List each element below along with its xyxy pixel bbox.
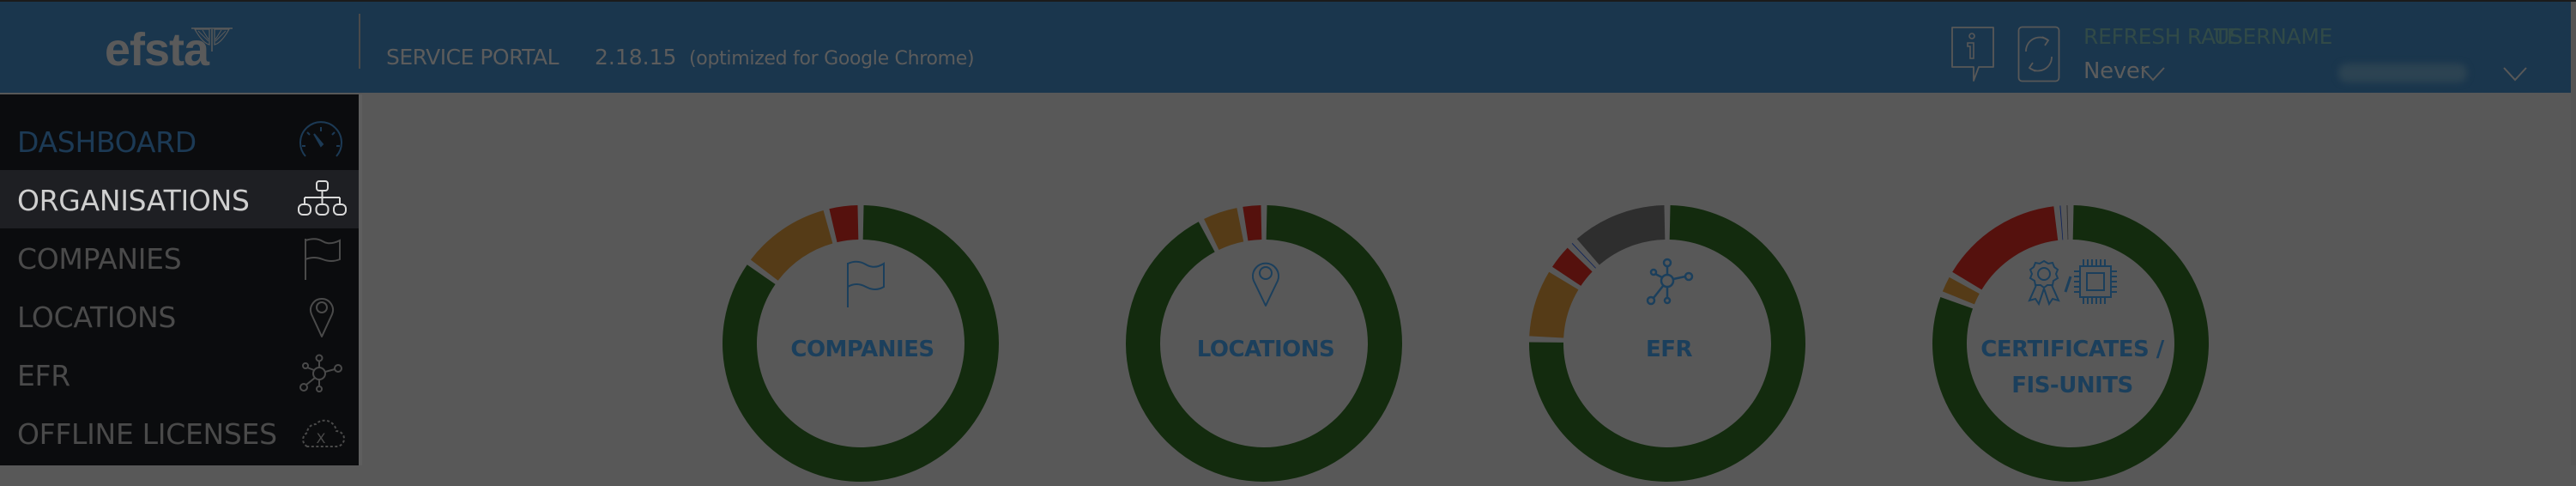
portal-version: 2.18.15 — [595, 45, 677, 70]
sidebar-item-label: OFFLINE LICENSES — [17, 417, 277, 451]
page-scrollbar[interactable] — [2571, 2, 2576, 465]
logo-fan-icon — [191, 27, 233, 52]
sidebar-nav: DASHBOARD ORGANISATIONS COMPANIES LOCATI… — [0, 94, 359, 465]
map-pin-icon — [1124, 258, 1407, 313]
sidebar-item-label: COMPANIES — [17, 242, 182, 276]
sidebar-item-dashboard[interactable]: DASHBOARD — [0, 112, 359, 170]
sidebar-item-locations[interactable]: LOCATIONS — [0, 287, 359, 345]
chip-icon — [2074, 259, 2117, 304]
speedometer-icon — [299, 121, 342, 157]
ring-segment-gray[interactable] — [2066, 205, 2069, 240]
sidebar-item-offline-licenses[interactable]: OFFLINE LICENSES X — [0, 404, 359, 462]
network-hub-icon — [299, 354, 342, 392]
info-bubble-icon — [1951, 27, 1994, 82]
companies-card[interactable]: COMPANIES — [721, 203, 1004, 486]
sidebar-item-label: EFR — [17, 359, 70, 392]
award-ribbon-icon — [2028, 259, 2060, 307]
card-title-line: FIS-UNITS — [2011, 373, 2133, 398]
card-title: CERTIFICATES / FIS-UNITS — [1931, 331, 2214, 404]
efr-card[interactable]: EFR — [1527, 203, 1811, 486]
browser-note: (optimized for Google Chrome) — [689, 48, 975, 70]
chevron-down-icon — [2141, 67, 2165, 82]
card-title: EFR — [1645, 337, 1693, 362]
username-value-blurred — [2338, 64, 2467, 82]
org-chart-icon — [298, 180, 347, 216]
sidebar-item-label: DASHBOARD — [17, 125, 197, 159]
sidebar-item-organisations[interactable]: ORGANISATIONS — [0, 170, 359, 228]
content-edge — [359, 94, 362, 465]
refresh-rate-value: Never — [2083, 58, 2150, 84]
flag-icon — [721, 258, 1004, 313]
map-pin-icon — [310, 298, 334, 337]
efsta-logo[interactable]: efsta — [105, 24, 259, 76]
certificates-card[interactable]: CERTIFICATES / FIS-UNITS — [1931, 203, 2214, 486]
username-label: USERNAME — [2214, 24, 2333, 49]
sidebar-item-label: LOCATIONS — [17, 301, 177, 334]
flag-icon — [305, 238, 341, 280]
sidebar-item-efr[interactable]: EFR — [0, 345, 359, 404]
svg-text:X: X — [317, 430, 326, 447]
app-header: efsta SERVICE PORTAL 2.18.15 (optimized … — [0, 2, 2571, 93]
cloud-x-icon: X — [302, 419, 345, 447]
card-title: COMPANIES — [790, 337, 934, 362]
portal-title: SERVICE PORTAL — [386, 45, 559, 70]
sidebar-item-companies[interactable]: COMPANIES — [0, 228, 359, 287]
ring-segment-blue[interactable] — [2059, 205, 2064, 240]
ring-segment-gray[interactable] — [1576, 205, 1666, 265]
card-title-line: CERTIFICATES / — [1980, 337, 2164, 362]
ring-segment-red[interactable] — [1243, 205, 1262, 241]
network-hub-icon — [1527, 258, 1811, 313]
info-button[interactable] — [1950, 26, 1995, 88]
certificate-chip-icon — [1931, 258, 2214, 313]
sidebar-item-label: ORGANISATIONS — [17, 184, 250, 217]
locations-card[interactable]: LOCATIONS — [1124, 203, 1407, 486]
card-title: LOCATIONS — [1196, 337, 1335, 362]
refresh-icon — [2017, 26, 2060, 82]
chevron-down-icon — [2503, 67, 2527, 82]
refresh-button[interactable] — [2017, 26, 2060, 86]
ring-segment-red[interactable] — [829, 205, 859, 243]
header-divider — [359, 14, 360, 69]
